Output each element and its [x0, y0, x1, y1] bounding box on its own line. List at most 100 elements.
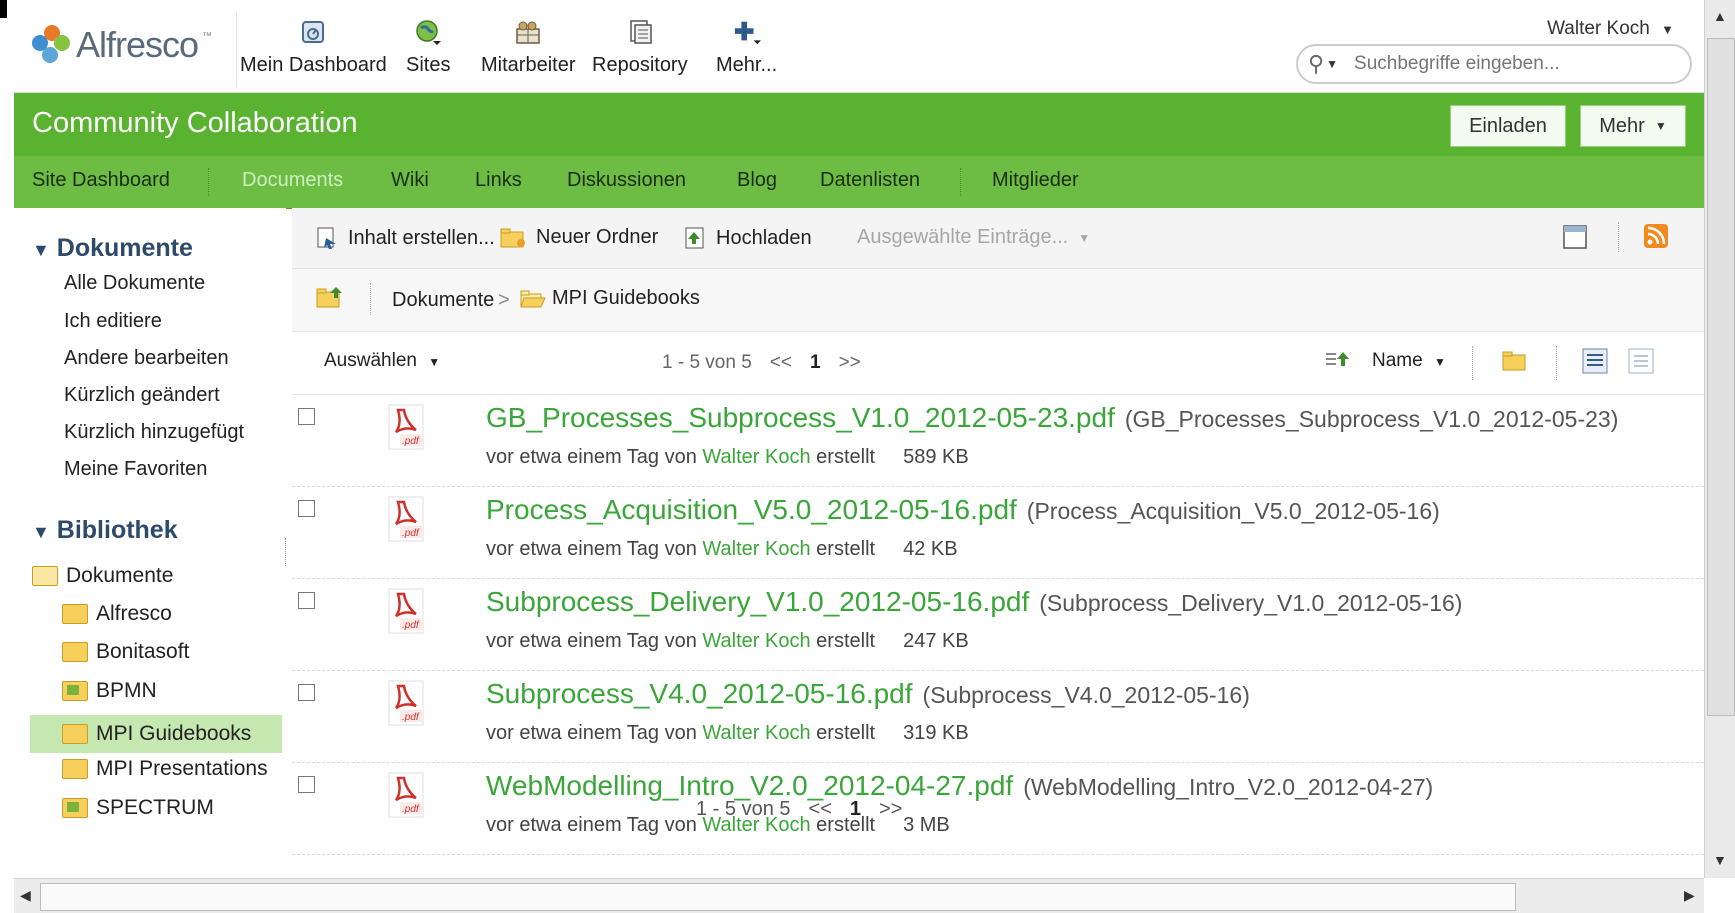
search-icon[interactable]: ⚲	[1308, 51, 1324, 77]
tab-wiki[interactable]: Wiki	[391, 169, 429, 192]
divider	[208, 168, 210, 196]
sort-field-menu[interactable]: Name ▼	[1372, 350, 1446, 372]
tree-folder-alfresco[interactable]: Alfresco	[62, 602, 172, 626]
nav-people[interactable]: Mitarbeiter	[481, 18, 575, 77]
document-toolbar: Inhalt erstellen... ▼ Neuer Ordner Hochl…	[292, 208, 1704, 269]
list-divider	[1472, 346, 1474, 380]
row-checkbox[interactable]	[298, 408, 315, 425]
pager-current-page[interactable]: 1	[810, 352, 821, 374]
search-input[interactable]	[1352, 52, 1657, 76]
vertical-scrollbar[interactable]: ▲ ▼	[1704, 0, 1735, 878]
scroll-left-arrow-icon[interactable]: ◀	[20, 887, 31, 904]
pdf-file-icon[interactable]: .pdf	[388, 588, 424, 634]
document-row[interactable]: .pdf GB_Processes_Subprocess_V1.0_2012-05…	[292, 394, 1704, 487]
chevron-down-icon[interactable]: ▼	[1326, 57, 1338, 71]
document-row[interactable]: .pdf Subprocess_Delivery_V1.0_2012-05-16.…	[292, 578, 1704, 671]
open-folder-icon	[32, 566, 58, 586]
chevron-down-icon: ▼	[428, 355, 441, 369]
library-section-header[interactable]: ▼ Bibliothek	[32, 516, 178, 545]
nav-repository[interactable]: Repository	[592, 18, 688, 77]
nav-my-dashboard[interactable]: Mein Dashboard	[240, 18, 387, 77]
selected-items-menu[interactable]: Ausgewählte Einträge... ▼	[857, 226, 1090, 249]
tab-data-lists[interactable]: Datenlisten	[820, 169, 920, 192]
new-folder-label: Neuer Ordner	[536, 226, 659, 248]
document-name-row: Subprocess_V4.0_2012-05-16.pdf (Subproces…	[486, 678, 1250, 710]
tab-members[interactable]: Mitglieder	[992, 169, 1079, 192]
filter-editing-me[interactable]: Ich editiere	[64, 310, 162, 333]
vertical-scroll-thumb[interactable]	[1707, 38, 1735, 716]
bottom-pager: 1 - 5 von 5 << 1 >>	[292, 794, 1704, 834]
sidebar-resize-handle[interactable]	[285, 538, 288, 566]
scroll-right-arrow-icon[interactable]: ▶	[1684, 887, 1695, 904]
detailed-view-icon[interactable]	[1582, 348, 1608, 379]
file-size: 589 KB	[903, 446, 969, 468]
row-checkbox[interactable]	[298, 592, 315, 609]
rss-feed-icon[interactable]	[1644, 224, 1668, 253]
tab-documents[interactable]: Documents	[242, 169, 343, 192]
nav-sites[interactable]: Sites	[406, 18, 450, 77]
author-link[interactable]: Walter Koch	[702, 446, 810, 468]
new-folder-button[interactable]: Neuer Ordner	[500, 226, 658, 249]
tab-discussions[interactable]: Diskussionen	[567, 169, 686, 192]
select-menu[interactable]: Auswählen ▼	[324, 350, 440, 372]
filter-recently-modified[interactable]: Kürzlich geändert	[64, 384, 220, 407]
filter-editing-others[interactable]: Andere bearbeiten	[64, 347, 229, 370]
document-name-link[interactable]: Subprocess_V4.0_2012-05-16.pdf	[486, 678, 913, 709]
show-folders-icon[interactable]	[1502, 350, 1528, 377]
nav-label: Mein Dashboard	[240, 54, 387, 76]
pdf-file-icon[interactable]: .pdf	[388, 680, 424, 726]
pager-current-page[interactable]: 1	[850, 798, 861, 821]
search-box[interactable]: ⚲ ▼	[1296, 44, 1692, 84]
user-menu[interactable]: Walter Koch ▼	[1547, 18, 1674, 40]
row-checkbox[interactable]	[298, 776, 315, 793]
simple-view-icon[interactable]	[1628, 348, 1654, 379]
row-checkbox[interactable]	[298, 500, 315, 517]
site-more-button[interactable]: Mehr ▼	[1580, 105, 1686, 147]
scroll-down-arrow-icon[interactable]: ▼	[1713, 852, 1727, 868]
documents-section-header[interactable]: ▼ Dokumente	[32, 234, 193, 263]
tab-links[interactable]: Links	[475, 169, 522, 192]
document-row[interactable]: .pdf Process_Acquisition_V5.0_2012-05-16.…	[292, 486, 1704, 579]
breadcrumb-root-link[interactable]: Dokumente	[392, 289, 494, 312]
tree-folder-documents[interactable]: Dokumente	[32, 564, 173, 588]
row-checkbox[interactable]	[298, 684, 315, 701]
horizontal-scroll-thumb[interactable]	[40, 883, 1516, 911]
pager-prev[interactable]: <<	[770, 352, 792, 374]
pdf-file-icon[interactable]: .pdf	[388, 404, 424, 450]
filter-recently-added[interactable]: Kürzlich hinzugefügt	[64, 421, 244, 444]
author-link[interactable]: Walter Koch	[702, 722, 810, 744]
create-content-button[interactable]: Inhalt erstellen... ▼	[316, 226, 517, 250]
tree-folder-bpmn[interactable]: BPMN	[62, 679, 157, 703]
tab-blog[interactable]: Blog	[737, 169, 777, 192]
horizontal-scrollbar[interactable]: ◀ ▶	[14, 878, 1704, 913]
upload-button[interactable]: Hochladen	[684, 226, 812, 250]
hide-panel-icon[interactable]	[1562, 224, 1588, 255]
invite-button[interactable]: Einladen	[1450, 105, 1566, 147]
tree-folder-spectrum[interactable]: SPECTRUM	[62, 796, 214, 820]
author-link[interactable]: Walter Koch	[702, 538, 810, 560]
pager-next[interactable]: >>	[839, 352, 861, 374]
filter-all-documents[interactable]: Alle Dokumente	[64, 272, 205, 295]
tab-site-dashboard[interactable]: Site Dashboard	[32, 169, 170, 192]
tree-folder-mpi-guidebooks[interactable]: MPI Guidebooks	[30, 715, 282, 753]
pdf-badge-text: .pdf	[402, 620, 420, 631]
scroll-up-arrow-icon[interactable]: ▲	[1713, 8, 1727, 24]
pager-next[interactable]: >>	[879, 798, 902, 821]
tree-folder-mpi-presentations[interactable]: MPI Presentations	[62, 757, 268, 781]
meta-suffix: erstellt	[816, 630, 876, 652]
document-name-link[interactable]: Process_Acquisition_V5.0_2012-05-16.pdf	[486, 494, 1017, 525]
tree-folder-bonitasoft[interactable]: Bonitasoft	[62, 640, 189, 664]
alfresco-logo-icon	[32, 25, 72, 65]
document-name-link[interactable]: GB_Processes_Subprocess_V1.0_2012-05-23.…	[486, 402, 1115, 433]
document-name-link[interactable]: Subprocess_Delivery_V1.0_2012-05-16.pdf	[486, 586, 1029, 617]
document-row[interactable]: .pdf Subprocess_V4.0_2012-05-16.pdf (Subpr…	[292, 670, 1704, 763]
folder-label: Bonitasoft	[96, 640, 190, 663]
pdf-file-icon[interactable]: .pdf	[388, 496, 424, 542]
folder-up-icon[interactable]	[316, 285, 344, 314]
alfresco-logo[interactable]: Alfresco ™	[32, 24, 212, 66]
filter-favorites[interactable]: Meine Favoriten	[64, 458, 207, 481]
author-link[interactable]: Walter Koch	[702, 630, 810, 652]
nav-more[interactable]: Mehr...	[716, 18, 777, 77]
pager-prev[interactable]: <<	[809, 798, 832, 821]
sort-direction-icon[interactable]	[1324, 350, 1350, 377]
